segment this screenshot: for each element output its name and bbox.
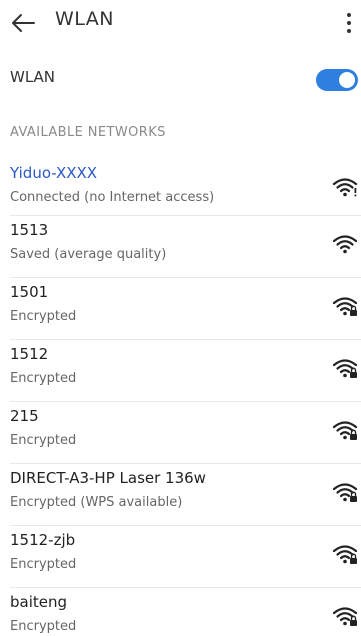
back-button[interactable]	[8, 8, 38, 38]
network-name: baiteng	[10, 593, 68, 611]
network-item[interactable]: 1513 Saved (average quality)	[0, 216, 361, 278]
wifi-lock-icon	[332, 542, 358, 566]
wlan-switch[interactable]	[316, 69, 358, 91]
wifi-lock-icon	[332, 604, 358, 628]
network-item[interactable]: baiteng Encrypted	[0, 588, 361, 636]
top-app-bar: WLAN	[0, 0, 361, 46]
wifi-lock-icon	[332, 418, 358, 442]
network-status: Encrypted	[10, 371, 77, 386]
wifi-icon	[332, 232, 358, 256]
page-title: WLAN	[55, 8, 115, 30]
network-name: 215	[10, 407, 39, 425]
wlan-toggle-label: WLAN	[10, 68, 56, 86]
network-name: DIRECT-A3-HP Laser 136w	[10, 469, 206, 487]
network-name: 1512	[10, 345, 49, 363]
more-vert-icon	[347, 13, 351, 33]
network-status: Saved (average quality)	[10, 247, 167, 262]
network-status: Encrypted	[10, 619, 77, 634]
network-item[interactable]: 1501 Encrypted	[0, 278, 361, 340]
network-item[interactable]: 1512-zjb Encrypted	[0, 526, 361, 588]
arrow-left-icon	[12, 14, 35, 32]
available-networks-header: AVAILABLE NETWORKS	[10, 125, 166, 140]
wifi-warning-icon	[332, 175, 358, 199]
wifi-lock-icon	[332, 294, 358, 318]
network-status: Encrypted	[10, 433, 77, 448]
switch-knob	[339, 72, 355, 88]
network-item[interactable]: 1512 Encrypted	[0, 340, 361, 402]
network-status: Encrypted	[10, 309, 77, 324]
network-status: Encrypted	[10, 557, 77, 572]
network-status: Connected (no Internet access)	[10, 190, 215, 205]
network-list: Yiduo-XXXX Connected (no Internet access)…	[0, 159, 361, 636]
network-item[interactable]: Yiduo-XXXX Connected (no Internet access)	[0, 159, 361, 216]
network-name: 1501	[10, 283, 49, 301]
network-name: 1512-zjb	[10, 531, 76, 549]
more-options-button[interactable]	[343, 10, 355, 36]
network-item[interactable]: DIRECT-A3-HP Laser 136w Encrypted (WPS av…	[0, 464, 361, 526]
network-status: Encrypted (WPS available)	[10, 495, 183, 510]
wlan-toggle-row[interactable]: WLAN	[0, 58, 361, 98]
wifi-lock-icon	[332, 356, 358, 380]
network-name: 1513	[10, 221, 49, 239]
network-name: Yiduo-XXXX	[10, 164, 98, 182]
wifi-lock-icon	[332, 480, 358, 504]
network-item[interactable]: 215 Encrypted	[0, 402, 361, 464]
